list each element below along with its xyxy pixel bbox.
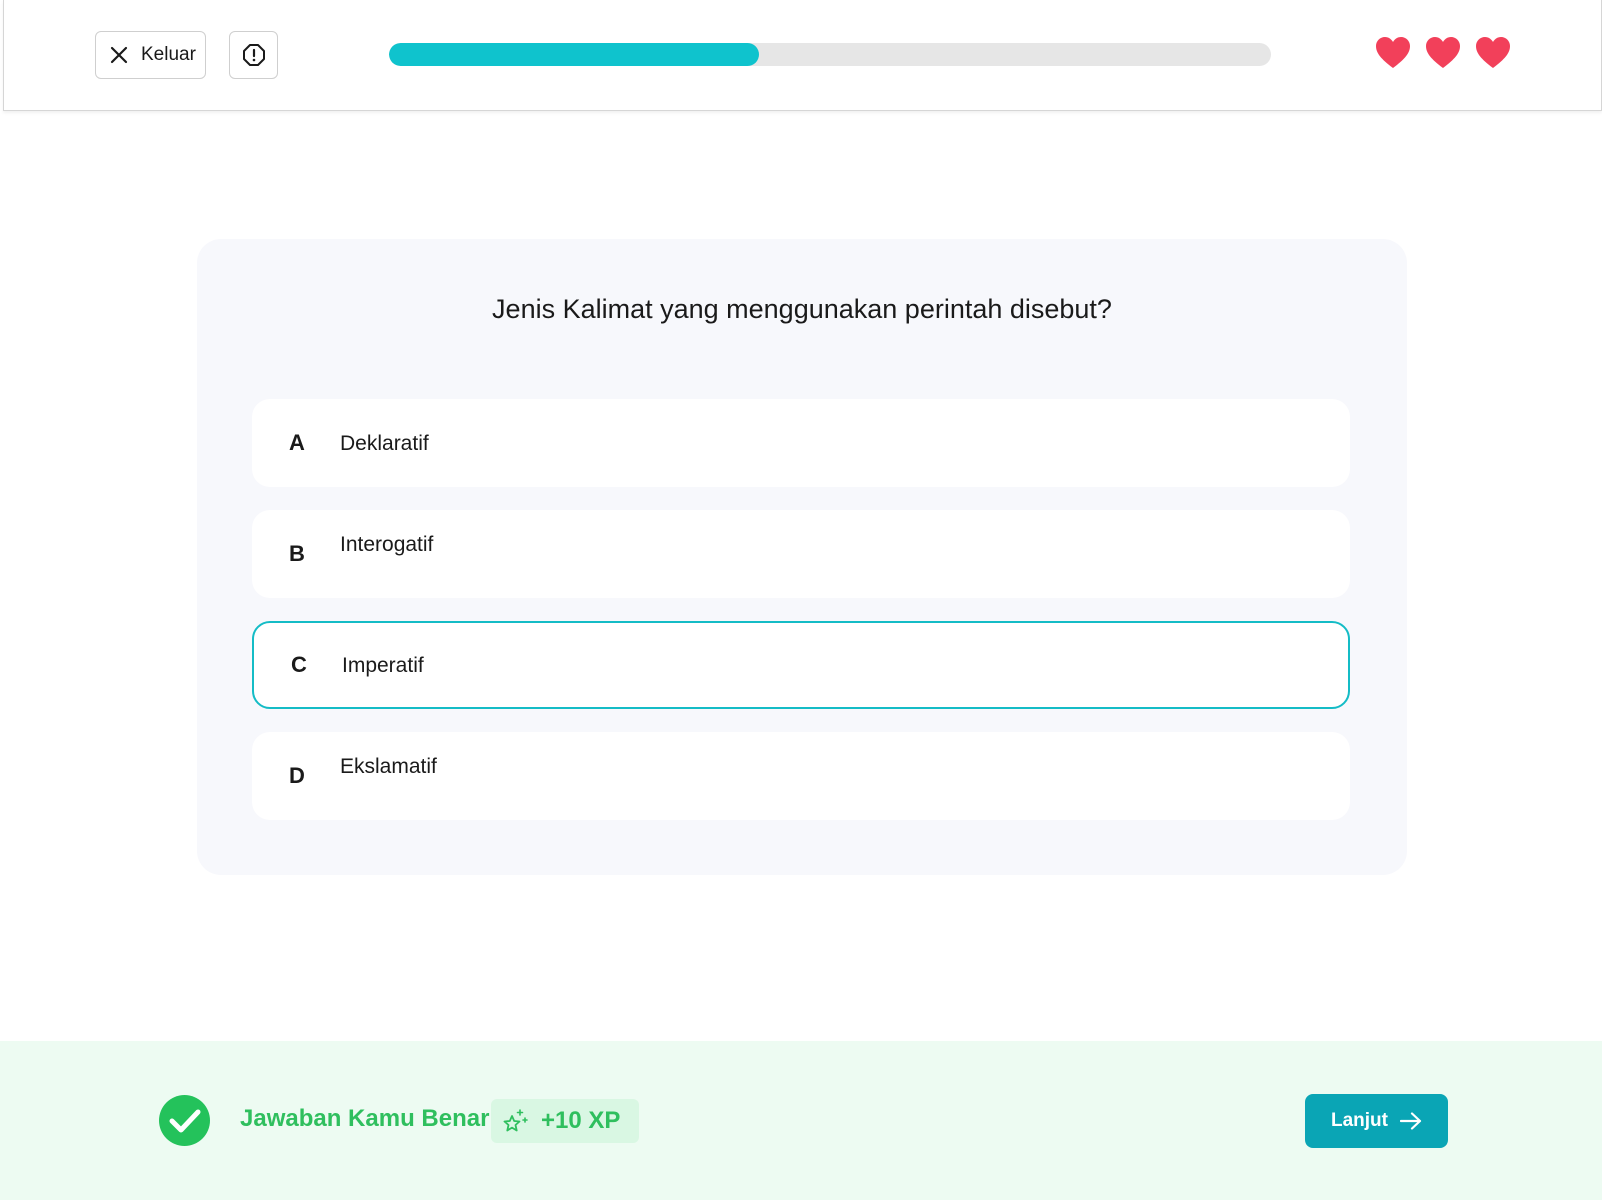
option-d[interactable]: D Ekslamatif [252,732,1350,820]
option-text: Imperatif [342,654,424,677]
heart-icon [1376,37,1410,68]
option-a[interactable]: A Deklaratif [252,399,1350,487]
progress-bar [389,43,1271,66]
exit-button[interactable]: Keluar [95,31,206,79]
option-text: Interogatif [340,533,434,556]
option-letter: A [289,430,305,455]
xp-badge: +10 XP [491,1099,639,1143]
top-bar: Keluar [3,0,1602,111]
option-text: Ekslamatif [340,755,437,778]
option-letter: D [289,763,305,788]
arrow-right-icon [1400,1112,1422,1130]
option-c[interactable]: C Imperatif [252,621,1350,709]
option-b[interactable]: B Interogatif [252,510,1350,598]
option-text: Deklaratif [340,432,429,455]
lives-indicator [1375,36,1511,70]
question-card: Jenis Kalimat yang menggunakan perintah … [197,239,1407,875]
heart-icon [1476,37,1510,68]
feedback-message: Jawaban Kamu Benar [240,1105,490,1132]
heart-icon [1426,37,1460,68]
next-button-label: Lanjut [1331,1110,1388,1131]
feedback-bar: Jawaban Kamu Benar +10 XP Lanjut [0,1041,1602,1200]
check-circle-icon [159,1095,210,1146]
exit-button-label: Keluar [141,44,196,65]
question-text: Jenis Kalimat yang menggunakan perintah … [492,294,1112,324]
xp-value: +10 XP [541,1107,621,1134]
alert-octagon-icon [242,44,265,66]
report-button[interactable] [229,31,278,79]
option-letter: B [289,541,305,566]
next-button[interactable]: Lanjut [1305,1094,1448,1148]
close-icon [110,46,128,64]
option-letter: C [291,652,307,677]
sparkle-star-icon [503,1109,528,1132]
progress-fill [389,43,760,66]
